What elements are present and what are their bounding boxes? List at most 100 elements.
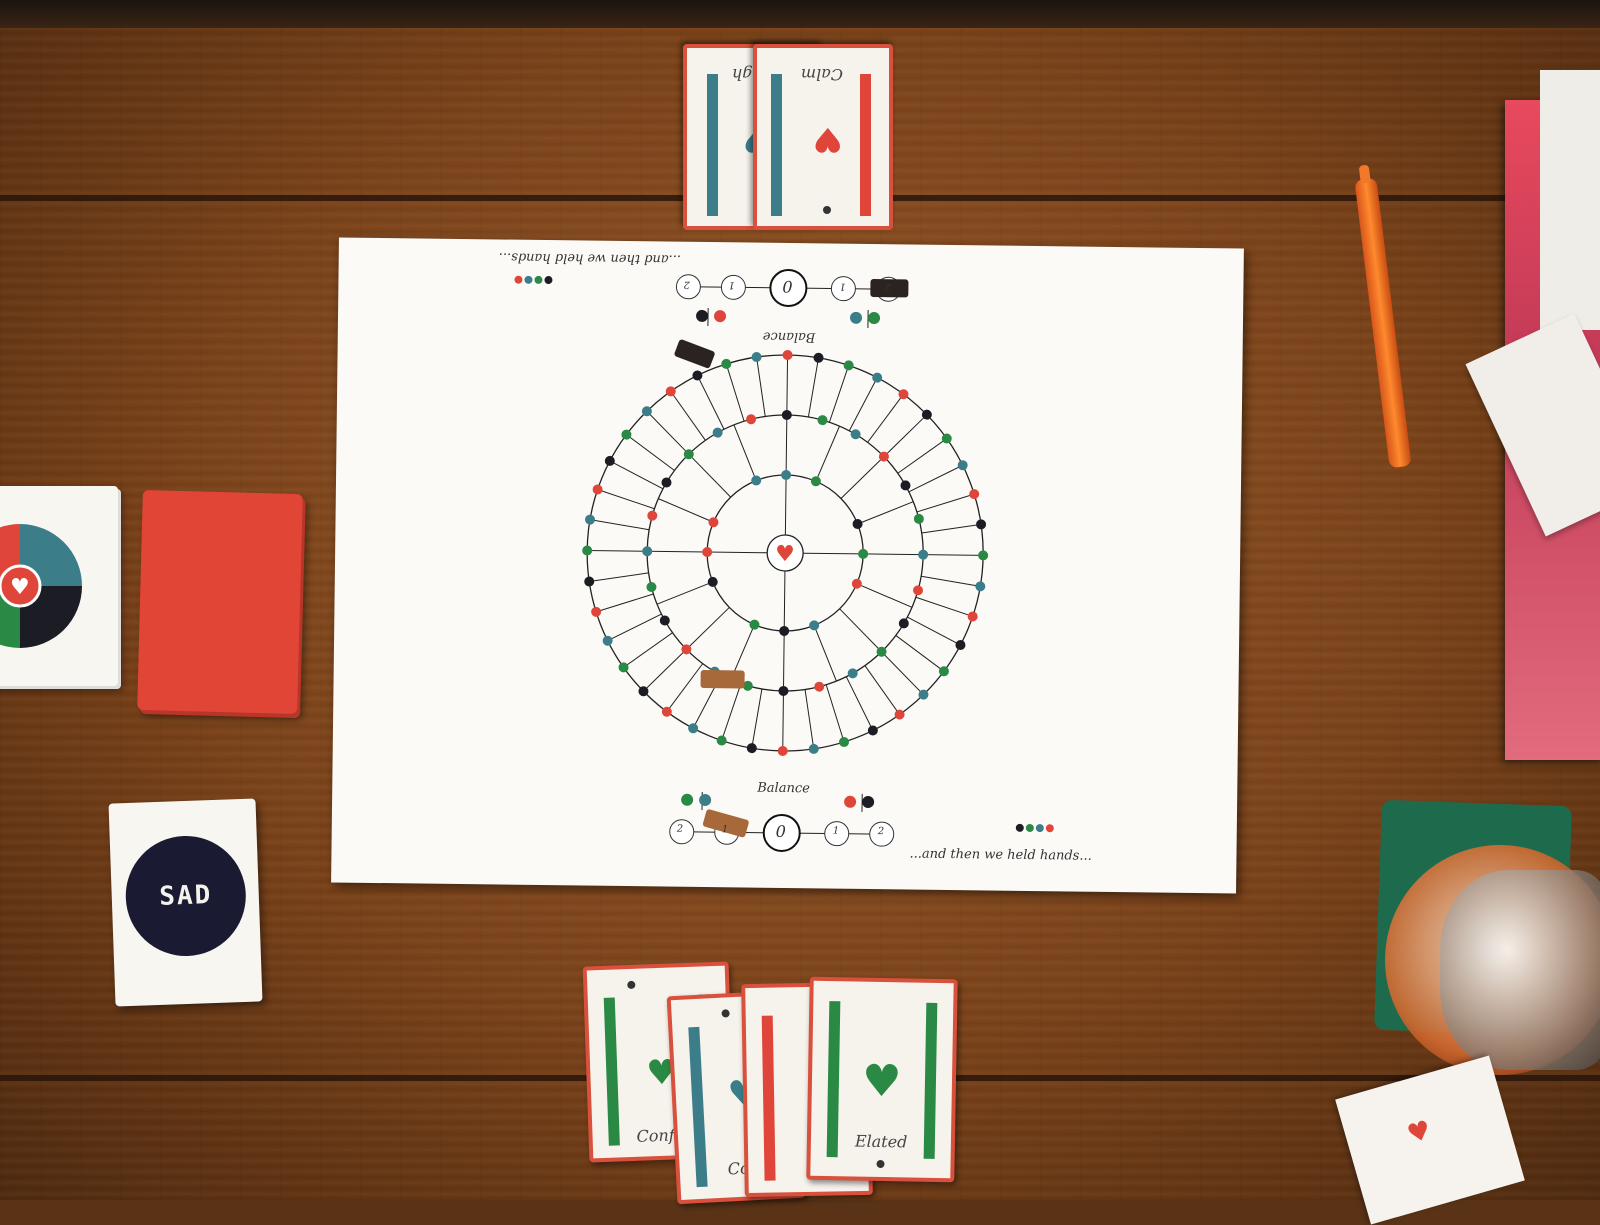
track-node [978, 550, 988, 560]
track-node [900, 480, 910, 490]
track-node [779, 626, 789, 636]
heart-icon: ♥ [775, 542, 795, 567]
paper-sheet [1540, 70, 1600, 330]
track-node [851, 429, 861, 439]
track-node [692, 370, 702, 380]
track-node [708, 577, 718, 587]
track-node [584, 576, 594, 586]
track-node [976, 519, 986, 529]
track-node [918, 550, 928, 560]
opponent-card-calm[interactable]: ♥ Calm [753, 44, 893, 230]
track-node [662, 707, 672, 717]
track-node [942, 433, 952, 443]
balance-label-bottom: Balance [757, 781, 810, 797]
game-board: ♥ [331, 237, 1244, 893]
track-node [688, 723, 698, 733]
track-wheel: ♥ [580, 348, 991, 759]
track-node [721, 359, 731, 369]
track-node [713, 428, 723, 438]
card-hole [627, 981, 635, 989]
track-node [708, 517, 718, 527]
card-bar [827, 1001, 841, 1157]
token-wood[interactable] [700, 670, 744, 689]
heart-icon: ♥ [813, 122, 843, 156]
track-number: 2 [884, 281, 891, 292]
board-title-bottom: ...and then we held hands... [909, 847, 1091, 864]
track-node [783, 350, 793, 360]
track-node [848, 668, 858, 678]
track-node [746, 414, 756, 424]
track-node [868, 725, 878, 735]
track-node [717, 735, 727, 745]
track-node [702, 547, 712, 557]
card-bar [762, 1016, 776, 1181]
track-node [839, 737, 849, 747]
table-edge [0, 0, 1600, 28]
track-node [844, 360, 854, 370]
track-number: 1 [728, 279, 735, 290]
track-node [895, 710, 905, 720]
track-node [814, 682, 824, 692]
track-node [781, 470, 791, 480]
track-node [811, 476, 821, 486]
track-node [813, 353, 823, 363]
track-node [642, 546, 652, 556]
track-node [661, 477, 671, 487]
card-bar [924, 1003, 938, 1159]
track-node [605, 456, 615, 466]
track-number: 0 [782, 277, 792, 296]
track-node [914, 514, 924, 524]
track-node [913, 585, 923, 595]
track-node [618, 662, 628, 672]
track-number: 2 [683, 279, 690, 290]
track-node [809, 744, 819, 754]
card-bar [771, 74, 782, 216]
track-node [593, 484, 603, 494]
card-bar [688, 1027, 707, 1187]
track-node [853, 519, 863, 529]
track-node [752, 352, 762, 362]
svg-text:♥: ♥ [10, 575, 30, 600]
sad-card[interactable]: SAD [109, 798, 263, 1006]
track-number: 2 [677, 824, 684, 835]
track-node [858, 549, 868, 559]
track-node [817, 415, 827, 425]
card-bar [860, 74, 871, 216]
balance-track-top [514, 267, 901, 329]
track-node [939, 666, 949, 676]
track-number: 1 [839, 281, 846, 292]
card-bar [604, 998, 620, 1146]
track-node [603, 636, 613, 646]
track-node [852, 579, 862, 589]
heart-icon: ♥ [862, 1060, 902, 1105]
track-number: 1 [833, 826, 840, 837]
track-node [751, 475, 761, 485]
emotion-wheel: ♥ [0, 486, 118, 686]
track-node [809, 620, 819, 630]
balance-label-top: Balance [763, 329, 816, 345]
track-node [582, 545, 592, 555]
track-node [778, 746, 788, 756]
track-node [958, 460, 968, 470]
emotion-wheel-card[interactable]: ♥ [0, 486, 118, 686]
card-bar [707, 74, 718, 216]
track-number: 2 [878, 826, 885, 837]
card-hole [876, 1160, 884, 1168]
track-node [782, 410, 792, 420]
card-hole [721, 1009, 729, 1017]
track-node [749, 620, 759, 630]
track-node [647, 511, 657, 521]
track-node [898, 389, 908, 399]
track-node [591, 607, 601, 617]
hand-card-elated[interactable]: ♥ Elated [806, 977, 958, 1183]
track-number: 0 [776, 822, 786, 841]
token-dark[interactable] [674, 339, 716, 369]
track-node [666, 386, 676, 396]
track-node [969, 489, 979, 499]
track-node [975, 581, 985, 591]
bottle [1440, 870, 1600, 1070]
red-card-deck[interactable] [137, 490, 303, 714]
track-node [778, 686, 788, 696]
track-node [585, 515, 595, 525]
track-number: 1 [722, 824, 729, 835]
